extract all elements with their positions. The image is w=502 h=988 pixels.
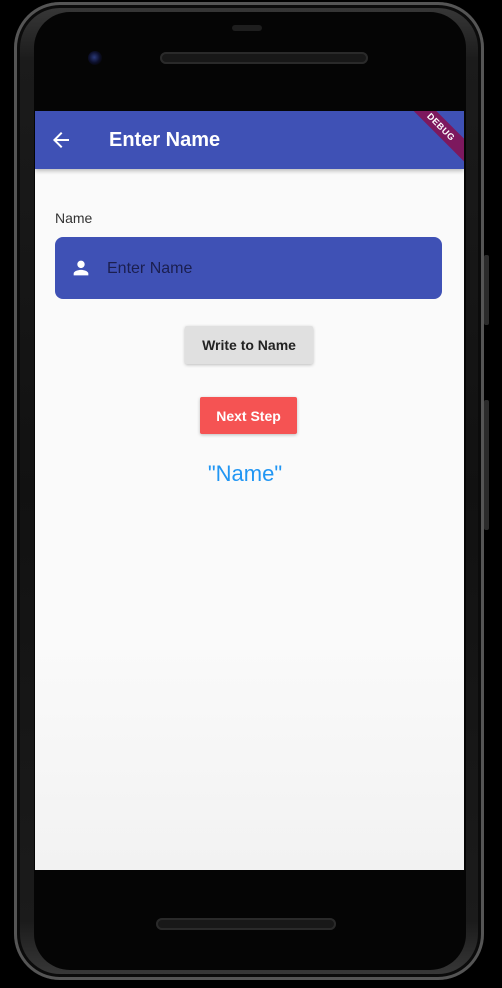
name-input[interactable]	[105, 251, 429, 287]
bottom-speaker	[156, 918, 336, 930]
arrow-back-icon	[53, 132, 69, 148]
top-speaker	[160, 52, 368, 64]
page-title: Enter Name	[109, 129, 221, 151]
volume-button	[484, 400, 489, 530]
person-icon	[73, 260, 89, 276]
power-button	[484, 255, 489, 325]
name-field[interactable]	[55, 237, 442, 299]
debug-banner: DEBUG	[403, 111, 464, 165]
name-field-label: Name	[55, 210, 93, 226]
write-to-name-button[interactable]: Write to Name	[185, 326, 313, 364]
app-screen: Enter Name DEBUG Name Write to Name Next…	[35, 111, 464, 870]
camera-icon	[88, 51, 102, 65]
sensor-slot	[232, 25, 262, 31]
back-button[interactable]	[49, 128, 73, 152]
next-step-button[interactable]: Next Step	[200, 397, 297, 434]
name-output-text: "Name"	[207, 461, 283, 486]
app-bar: Enter Name DEBUG	[35, 111, 464, 169]
